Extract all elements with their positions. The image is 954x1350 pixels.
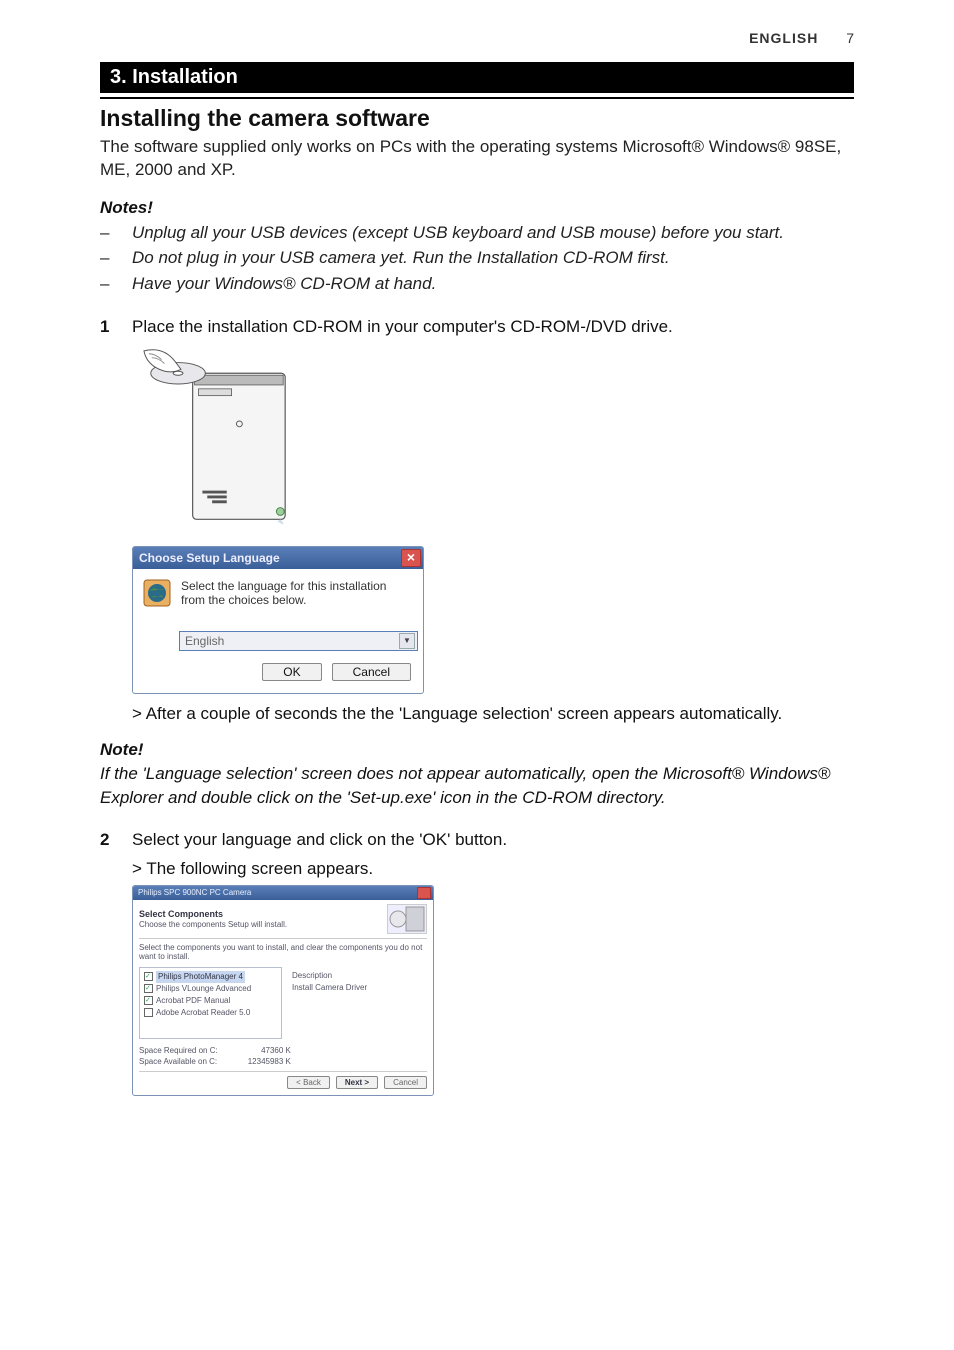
page-number: 7 <box>846 30 854 46</box>
language-label: ENGLISH <box>749 30 818 46</box>
step-number: 2 <box>100 827 132 853</box>
step-1: 1 Place the installation CD-ROM in your … <box>100 314 854 340</box>
description-box: Description Install Camera Driver <box>290 967 427 1037</box>
components-listbox[interactable]: Philips PhotoManager 4 Philips VLounge A… <box>139 967 282 1039</box>
note-body: If the 'Language selection' screen does … <box>100 762 854 810</box>
list-item[interactable]: Adobe Acrobat Reader 5.0 <box>144 1007 277 1019</box>
step-2-result: > The following screen appears. <box>132 859 854 879</box>
dialog-message: Select the language for this installatio… <box>181 579 413 607</box>
step-1-result: > After a couple of seconds the the 'Lan… <box>132 704 854 724</box>
section-title-bar: 3. Installation <box>100 62 854 93</box>
subsection-title: Installing the camera software <box>100 105 854 132</box>
selected-language: English <box>185 634 224 648</box>
note-item: –Unplug all your USB devices (except USB… <box>100 220 854 246</box>
note-heading: Note! <box>100 740 854 760</box>
step-2: 2 Select your language and click on the … <box>100 827 854 853</box>
list-item[interactable]: Acrobat PDF Manual <box>144 995 277 1007</box>
list-item[interactable]: Philips PhotoManager 4 <box>144 971 277 983</box>
close-icon[interactable] <box>417 887 431 899</box>
close-icon[interactable]: × <box>401 549 421 567</box>
globe-icon <box>143 579 171 607</box>
step-text: Select your language and click on the 'O… <box>132 827 507 853</box>
space-required-label: Space Required on C: <box>139 1045 218 1056</box>
space-required-value: 47360 K <box>248 1045 291 1056</box>
notes-heading: Notes! <box>100 198 854 218</box>
step-number: 1 <box>100 314 132 340</box>
next-button[interactable]: Next > <box>336 1076 378 1089</box>
figure-cd-insertion <box>132 346 854 536</box>
chevron-down-icon[interactable]: ▼ <box>399 633 415 649</box>
space-available-value: 12345983 K <box>248 1056 291 1067</box>
dialog-select-components: Philips SPC 900NC PC Camera Select Compo… <box>132 885 434 1096</box>
section-rule <box>100 97 854 99</box>
back-button[interactable]: < Back <box>287 1076 330 1089</box>
dialog-heading: Select Components <box>139 909 287 920</box>
note-item: –Have your Windows® CD-ROM at hand. <box>100 271 854 297</box>
description-text: Install Camera Driver <box>292 982 425 994</box>
dialog-title: Philips SPC 900NC PC Camera <box>138 888 251 897</box>
dialog-intro: Select the components you want to instal… <box>133 939 433 965</box>
dialog-titlebar: Choose Setup Language × <box>133 547 423 569</box>
page-header: ENGLISH 7 <box>100 30 854 46</box>
cancel-button[interactable]: Cancel <box>332 663 411 681</box>
figure-language-dialog: Choose Setup Language × Select the langu… <box>132 546 854 694</box>
dialog-titlebar: Philips SPC 900NC PC Camera <box>133 886 433 900</box>
notes-list: –Unplug all your USB devices (except USB… <box>100 220 854 297</box>
note-item: –Do not plug in your USB camera yet. Run… <box>100 245 854 271</box>
list-item[interactable]: Philips VLounge Advanced <box>144 983 277 995</box>
figure-components-dialog: Philips SPC 900NC PC Camera Select Compo… <box>132 885 854 1096</box>
description-label: Description <box>292 970 425 982</box>
cancel-button[interactable]: Cancel <box>384 1076 427 1089</box>
language-select[interactable]: English ▼ <box>179 631 418 651</box>
dialog-subheading: Choose the components Setup will install… <box>139 920 287 930</box>
intro-paragraph: The software supplied only works on PCs … <box>100 136 854 182</box>
dialog-title: Choose Setup Language <box>139 551 280 565</box>
space-available-label: Space Available on C: <box>139 1056 218 1067</box>
ok-button[interactable]: OK <box>262 663 321 681</box>
wizard-thumbnail <box>387 904 427 934</box>
dialog-choose-language: Choose Setup Language × Select the langu… <box>132 546 424 694</box>
step-text: Place the installation CD-ROM in your co… <box>132 314 673 340</box>
